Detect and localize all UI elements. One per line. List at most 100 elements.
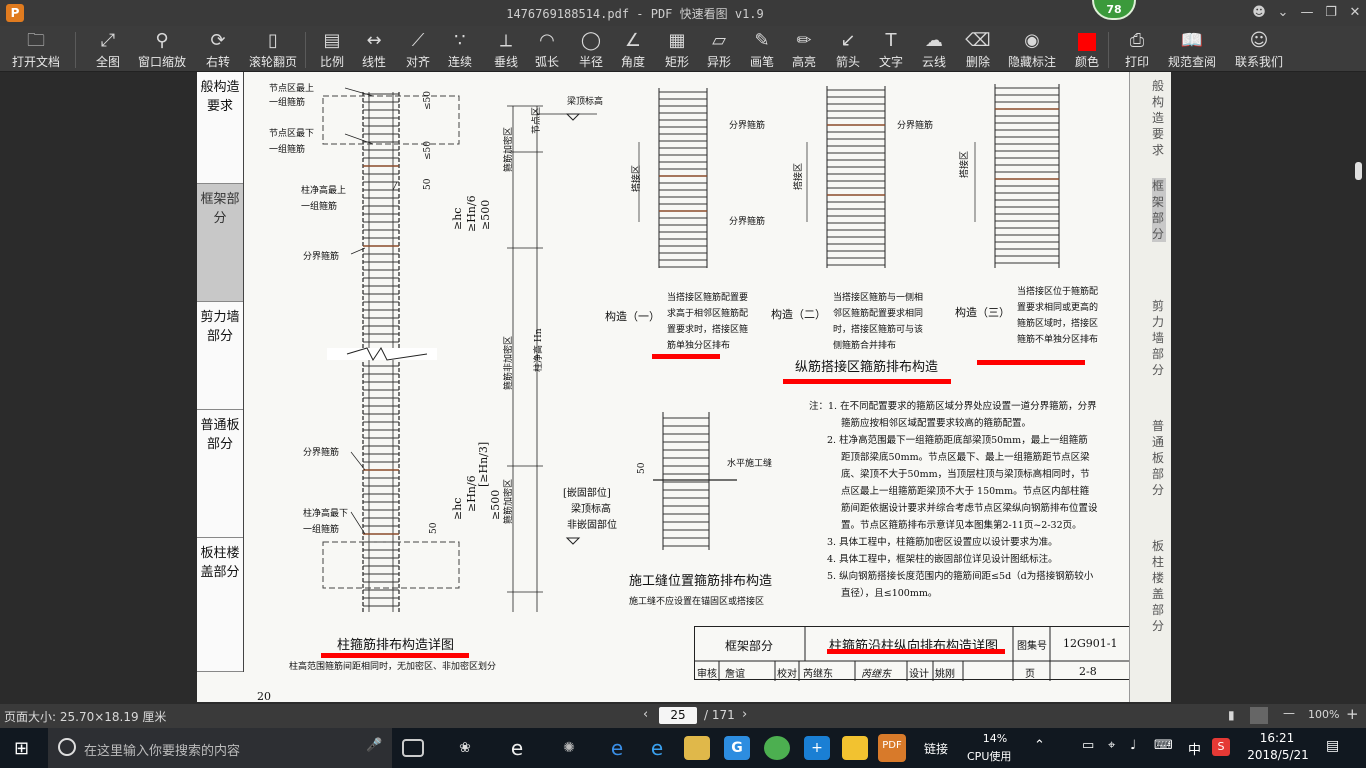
task-view-icon[interactable]: [402, 739, 424, 757]
document-viewer[interactable]: 般构造要求 框架部分 剪力墙部分 普通板部分 板柱楼盖部分 节点区最上 一组箍筋…: [0, 72, 1366, 704]
tool-label: 规范查阅: [1167, 55, 1216, 69]
label-beam-top: 梁顶标高: [567, 97, 604, 107]
tool-mouse[interactable]: ▯ 滚轮翻页: [247, 28, 299, 72]
app-g-icon[interactable]: G: [724, 736, 750, 760]
label-c3-title: 构造（三）: [955, 306, 1010, 319]
tool-scale[interactable]: ▤ 比例: [318, 28, 346, 72]
close-icon[interactable]: ✕: [1344, 3, 1366, 23]
tool-printer[interactable]: ⎙ 打印: [1123, 28, 1151, 72]
search-box[interactable]: 在这里输入你要搜索的内容 🎤: [48, 728, 392, 768]
label-c1-d1: 当搭接区箍筋配置要: [667, 293, 749, 303]
tool-contact[interactable]: ☺ 联系我们: [1233, 28, 1285, 72]
app-swirl-icon[interactable]: ✺: [556, 736, 582, 760]
tool-label: 线性: [361, 55, 386, 69]
note-line: 4. 具体工程中，框架柱的嵌固部位详见设计图纸标注。: [827, 554, 1058, 565]
tool-radius[interactable]: ◯ 半径: [577, 28, 605, 72]
tool-label: 角度: [620, 55, 645, 69]
main-section-subtitle: 柱高范围箍筋间距相同时，无加密区、非加密区划分: [289, 662, 497, 672]
tool-text[interactable]: T 文字: [877, 28, 905, 72]
clock-date[interactable]: 2018/5/21: [1246, 748, 1310, 762]
app-green-icon[interactable]: [764, 736, 790, 760]
note-line: 箍筋应按相邻区域配置要求较高的箍筋配置。: [841, 418, 1032, 429]
tool-pen[interactable]: ✎ 画笔: [748, 28, 776, 72]
tool-angle[interactable]: ∠ 角度: [619, 28, 647, 72]
cpu-value: 14%: [982, 732, 1008, 745]
minimize-icon[interactable]: —: [1296, 3, 1318, 23]
tool-arc[interactable]: ◠ 弧长: [533, 28, 561, 72]
volume-icon[interactable]: ♩: [1130, 738, 1136, 753]
tool-fit[interactable]: ⤢ 全图: [93, 28, 123, 72]
label-d50-a: ≤50: [423, 91, 433, 110]
tool-zoom[interactable]: ⚲ 窗口缩放: [136, 28, 188, 72]
label-node-top2: 一组箍筋: [269, 98, 306, 108]
windows-start-icon[interactable]: ⊞: [14, 738, 29, 759]
tool-highlight[interactable]: ✏ 高亮: [790, 28, 818, 72]
tool-continuous[interactable]: ∵ 连续: [446, 28, 474, 72]
joint-section-title: 施工缝位置箍筋排布构造: [629, 574, 773, 589]
app-plus-icon[interactable]: +: [804, 736, 830, 760]
tool-book[interactable]: 📖 规范查阅: [1166, 28, 1218, 72]
user-icon[interactable]: ☻: [1248, 3, 1270, 23]
clock-time[interactable]: 16:21: [1252, 731, 1302, 745]
vertical-scrollbar[interactable]: [1355, 162, 1362, 180]
strip-tab: 框架部分: [1152, 178, 1166, 242]
sogou-icon[interactable]: S: [1212, 738, 1230, 756]
tool-perpendicular[interactable]: ⟂ 垂线: [492, 28, 520, 72]
app-flower-icon[interactable]: ❀: [452, 736, 478, 760]
battery-icon[interactable]: ▭: [1082, 738, 1094, 753]
keyboard-icon[interactable]: ⌨: [1154, 738, 1173, 753]
label-node-bottom2: 一组箍筋: [269, 145, 306, 155]
zoom-out-icon[interactable]: —: [1283, 706, 1295, 720]
menu-chevron-icon[interactable]: ⌄: [1272, 3, 1294, 23]
tool-color[interactable]: 颜色: [1073, 28, 1101, 72]
tool-label: 打印: [1124, 55, 1149, 69]
zoom-in-icon[interactable]: +: [1346, 705, 1359, 723]
browser-e-icon[interactable]: e: [504, 736, 530, 760]
tool-arrow[interactable]: ↙ 箭头: [834, 28, 862, 72]
tool-label: 高亮: [791, 55, 816, 69]
label-hoop-dense-top: 箍筋加密区: [504, 126, 514, 172]
file-explorer-icon[interactable]: [684, 736, 710, 760]
tool-linear[interactable]: ↔ 线性: [360, 28, 388, 72]
tb-design: 设计: [909, 669, 929, 680]
tool-eraser[interactable]: ⌫ 删除: [964, 28, 992, 72]
tool-polygon[interactable]: ▱ 异形: [705, 28, 733, 72]
microphone-icon[interactable]: 🎤: [366, 738, 382, 753]
tool-eye[interactable]: ◉ 隐藏标注: [1006, 28, 1058, 72]
notes-app-icon[interactable]: [842, 736, 868, 760]
edge-icon[interactable]: e: [604, 736, 630, 760]
label-col-height: 柱净高 Hn: [534, 328, 544, 372]
window-title: 1476769188514.pdf - PDF 快速看图 v1.9: [506, 7, 764, 21]
prev-page-icon[interactable]: ‹: [643, 707, 648, 722]
single-page-icon[interactable]: ▮: [1228, 708, 1235, 722]
toolbar-separator: [1108, 32, 1109, 68]
level-marker: [565, 113, 581, 121]
chevron-up-icon[interactable]: ⌃: [1034, 738, 1045, 753]
tool-rotate[interactable]: ⟳ 右转: [204, 28, 232, 72]
page-input[interactable]: 25: [659, 707, 697, 724]
tool-folder[interactable]: 🗀 打开文档: [10, 28, 62, 72]
ie-icon[interactable]: e: [644, 736, 670, 760]
links-label[interactable]: 链接: [924, 740, 948, 757]
notes-block: 注：1. 在不同配置要求的箍筋区域分界处应设置一道分界箍筋，分界 箍筋应按相邻区域…: [809, 398, 1099, 602]
arc-icon: ◠: [539, 30, 555, 51]
ime-indicator[interactable]: 中: [1188, 739, 1201, 758]
two-page-icon[interactable]: [1250, 707, 1268, 724]
tool-rectangle[interactable]: ▦ 矩形: [663, 28, 691, 72]
tb-check: 校对: [777, 669, 797, 680]
label-d50-c: 50: [423, 178, 433, 190]
restore-icon[interactable]: ❐: [1320, 3, 1342, 23]
notification-icon[interactable]: ▤: [1326, 738, 1339, 754]
tool-cloud[interactable]: ☁ 云线: [920, 28, 948, 72]
contact-icon: ☺: [1249, 30, 1269, 51]
beam-outline: [322, 541, 460, 589]
label-hn6-1: ≥Hn/6: [465, 195, 478, 232]
tool-label: 矩形: [664, 55, 689, 69]
label-hoop-dense-bottom: 箍筋加密区: [504, 478, 514, 524]
pdf-app-icon[interactable]: PDF: [878, 734, 906, 762]
next-page-icon[interactable]: ›: [742, 707, 747, 722]
note-line: 2. 柱净高范围最下一组箍筋距底部梁顶50mm，最上一组箍筋: [827, 435, 1088, 446]
label-c2-title: 构造（二）: [771, 308, 826, 321]
tool-align[interactable]: ⟋ 对齐: [404, 28, 432, 72]
network-icon[interactable]: ⌖: [1108, 738, 1115, 753]
